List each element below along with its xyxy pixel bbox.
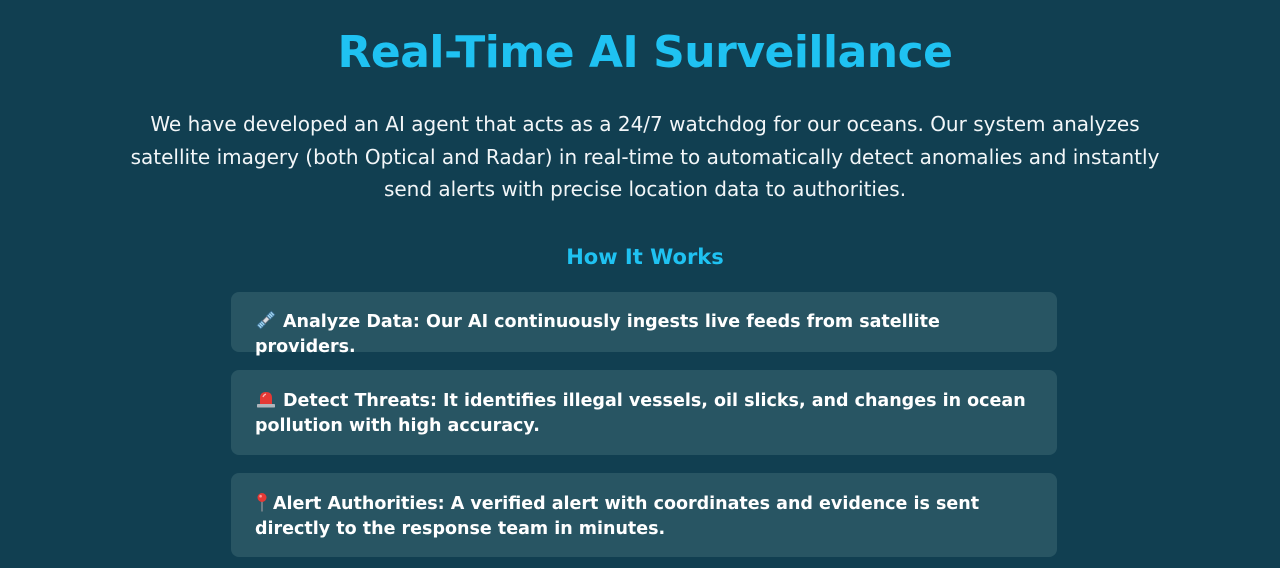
step-text-alert: Alert Authorities: A verified alert with… [255, 494, 980, 539]
intro-paragraph: We have developed an AI agent that acts … [130, 112, 1160, 201]
page-title: Real-Time AI Surveillance [337, 27, 953, 78]
step-card-detect: Detect Threats: It identifies illegal ve… [231, 370, 1057, 455]
satellite-icon [255, 310, 277, 330]
how-it-works-heading: How It Works [566, 245, 724, 269]
step-card-analyze: Analyze Data: Our AI continuously ingest… [231, 292, 1057, 357]
pin-icon [255, 492, 269, 512]
step-card-alert: Alert Authorities: A verified alert with… [231, 473, 1057, 557]
page: Real-Time AI Surveillance We have develo… [0, 0, 1280, 568]
step-text-detect: Detect Threats: It identifies illegal ve… [255, 391, 1026, 436]
step-text-analyze: Analyze Data: Our AI continuously ingest… [255, 312, 940, 357]
siren-icon [255, 389, 277, 409]
